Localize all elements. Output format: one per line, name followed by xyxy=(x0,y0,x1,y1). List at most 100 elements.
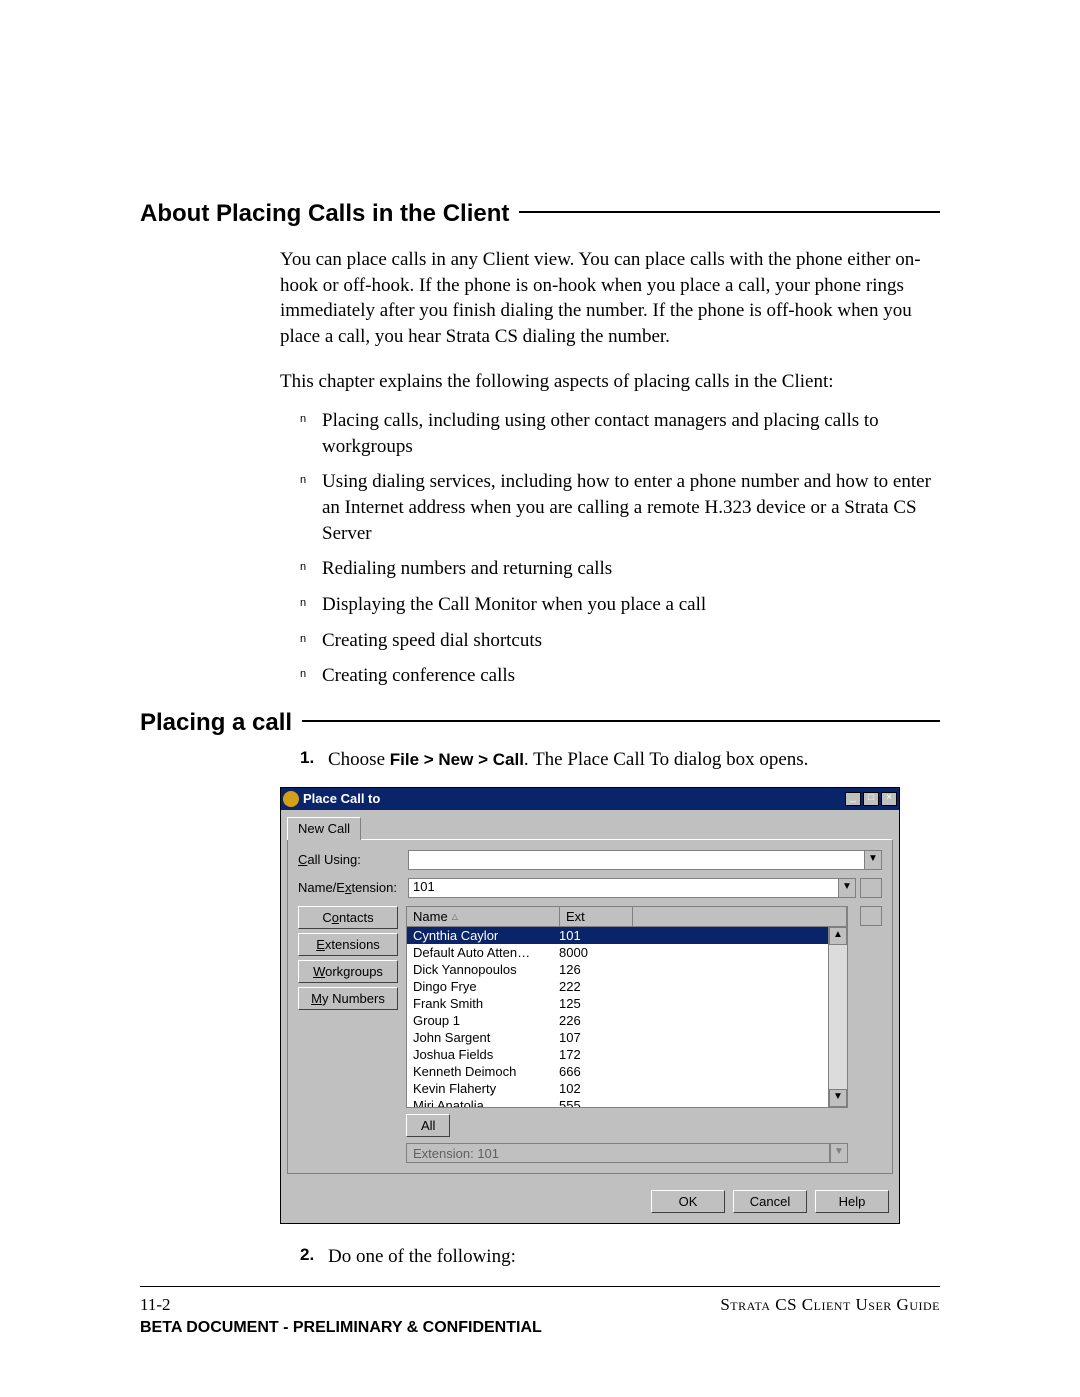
cancel-button[interactable]: Cancel xyxy=(733,1190,807,1213)
list-cell-name: Group 1 xyxy=(407,1013,553,1028)
bullet-item: Creating conference calls xyxy=(300,663,940,689)
list-row[interactable]: John Sargent107 xyxy=(407,1029,828,1046)
list-area: Name △ Ext Cynthia Caylor101Default Auto… xyxy=(406,906,848,1163)
my-numbers-button[interactable]: My Numbers xyxy=(298,987,398,1010)
list-cell-ext: 8000 xyxy=(553,945,619,960)
list-row[interactable]: Frank Smith125 xyxy=(407,995,828,1012)
guide-title: Strata CS Client User Guide xyxy=(720,1295,940,1315)
heading-text: About Placing Calls in the Client xyxy=(140,200,509,228)
close-button[interactable]: × xyxy=(881,792,897,806)
list-body-wrap: Cynthia Caylor101Default Auto Atten…8000… xyxy=(406,927,848,1108)
scroll-track[interactable] xyxy=(829,945,847,1089)
sort-asc-icon: △ xyxy=(452,912,458,921)
list-cell-ext: 125 xyxy=(553,996,619,1011)
list-row[interactable]: Default Auto Atten…8000 xyxy=(407,944,828,961)
name-ext-input[interactable]: 101 xyxy=(408,878,838,898)
bullet-item: Displaying the Call Monitor when you pla… xyxy=(300,592,940,618)
heading-text: Placing a call xyxy=(140,709,292,737)
document-page: About Placing Calls in the Client You ca… xyxy=(0,0,1080,1397)
all-row: All xyxy=(406,1114,848,1137)
status-row: Extension: 101 ▼ xyxy=(406,1143,848,1163)
heading-rule xyxy=(519,211,940,213)
tab-pane: Call Using: ▼ Name/Extension: 101 ▼ xyxy=(287,839,893,1174)
list-cell-name: Joshua Fields xyxy=(407,1047,553,1062)
bullet-list: Placing calls, including using other con… xyxy=(300,408,940,689)
list-row[interactable]: Dingo Frye222 xyxy=(407,978,828,995)
list-cell-name: Frank Smith xyxy=(407,996,553,1011)
label-name-ext: Name/Extension: xyxy=(298,880,408,895)
bullet-item: Creating speed dial shortcuts xyxy=(300,628,940,654)
ok-button[interactable]: OK xyxy=(651,1190,725,1213)
place-call-dialog-screenshot: Place Call to _ □ × New Call Call Using:… xyxy=(280,787,900,1224)
step-1-bold: File > New > Call xyxy=(390,750,524,769)
row-name-ext: Name/Extension: 101 ▼ xyxy=(298,878,882,898)
list-cell-name: Dingo Frye xyxy=(407,979,553,994)
dropdown-icon[interactable]: ▼ xyxy=(838,878,856,898)
col-header-spacer xyxy=(633,907,847,926)
heading-rule xyxy=(302,720,940,722)
page-number: 11-2 xyxy=(140,1295,171,1315)
name-ext-aux-button[interactable] xyxy=(860,878,882,898)
list-cell-ext: 126 xyxy=(553,962,619,977)
list-row[interactable]: Joshua Fields172 xyxy=(407,1046,828,1063)
bullet-item: Placing calls, including using other con… xyxy=(300,408,940,459)
list-cell-name: Kenneth Deimoch xyxy=(407,1064,553,1079)
dialog-button-row: OK Cancel Help xyxy=(281,1180,899,1223)
name-ext-combo[interactable]: 101 ▼ xyxy=(408,878,856,898)
col-header-name[interactable]: Name △ xyxy=(407,907,560,926)
call-using-input[interactable] xyxy=(408,850,864,870)
col-name-label: Name xyxy=(413,909,448,924)
window-buttons: _ □ × xyxy=(845,792,897,806)
title-bar: Place Call to _ □ × xyxy=(281,788,899,810)
steps-list-2: Do one of the following: xyxy=(300,1244,940,1270)
list-aux-button[interactable] xyxy=(860,906,882,926)
vertical-scrollbar[interactable]: ▲ ▼ xyxy=(828,927,847,1107)
list-cell-ext: 101 xyxy=(553,928,619,943)
status-dropdown-icon: ▼ xyxy=(830,1143,848,1163)
minimize-button[interactable]: _ xyxy=(845,792,861,806)
all-button[interactable]: All xyxy=(406,1114,450,1137)
scroll-down-icon[interactable]: ▼ xyxy=(829,1089,847,1107)
help-button[interactable]: Help xyxy=(815,1190,889,1213)
contacts-button[interactable]: Contacts xyxy=(298,906,398,929)
list-row[interactable]: Miri Anatolia555 xyxy=(407,1097,828,1107)
step-1-prefix: Choose xyxy=(328,749,390,770)
maximize-button[interactable]: □ xyxy=(863,792,879,806)
list-cell-name: Default Auto Atten… xyxy=(407,945,553,960)
row-call-using: Call Using: ▼ xyxy=(298,850,882,870)
dialog-window: Place Call to _ □ × New Call Call Using:… xyxy=(280,787,900,1224)
list-cell-ext: 107 xyxy=(553,1030,619,1045)
section-heading-about: About Placing Calls in the Client xyxy=(140,200,940,228)
list-cell-name: Kevin Flaherty xyxy=(407,1081,553,1096)
list-cell-name: John Sargent xyxy=(407,1030,553,1045)
tab-bar: New Call xyxy=(281,810,899,839)
intro-paragraph-1: You can place calls in any Client view. … xyxy=(280,247,940,350)
extensions-button[interactable]: Extensions xyxy=(298,933,398,956)
call-using-combo[interactable]: ▼ xyxy=(408,850,882,870)
list-cell-ext: 172 xyxy=(553,1047,619,1062)
col-header-ext[interactable]: Ext xyxy=(560,907,633,926)
list-row[interactable]: Kenneth Deimoch666 xyxy=(407,1063,828,1080)
window-title: Place Call to xyxy=(303,791,845,806)
page-footer: 11-2 Strata CS Client User Guide BETA DO… xyxy=(140,1286,940,1337)
steps-list: Choose File > New > Call. The Place Call… xyxy=(300,747,940,773)
list-row[interactable]: Kevin Flaherty102 xyxy=(407,1080,828,1097)
list-row[interactable]: Group 1226 xyxy=(407,1012,828,1029)
category-buttons: Contacts Extensions Workgroups My Number… xyxy=(298,906,398,1163)
tab-new-call[interactable]: New Call xyxy=(287,817,361,840)
footer-line: 11-2 Strata CS Client User Guide xyxy=(140,1295,940,1315)
list-row[interactable]: Cynthia Caylor101 xyxy=(407,927,828,944)
section-heading-placing: Placing a call xyxy=(140,709,940,737)
dropdown-icon[interactable]: ▼ xyxy=(864,850,882,870)
scroll-up-icon[interactable]: ▲ xyxy=(829,927,847,945)
app-icon xyxy=(283,791,299,807)
label-call-using: Call Using: xyxy=(298,852,408,867)
list-row[interactable]: Dick Yannopoulos126 xyxy=(407,961,828,978)
step-1-suffix: . The Place Call To dialog box opens. xyxy=(524,749,809,770)
workgroups-button[interactable]: Workgroups xyxy=(298,960,398,983)
list-cell-name: Dick Yannopoulos xyxy=(407,962,553,977)
list-body[interactable]: Cynthia Caylor101Default Auto Atten…8000… xyxy=(407,927,828,1107)
list-cell-name: Cynthia Caylor xyxy=(407,928,553,943)
footer-rule xyxy=(140,1286,940,1287)
list-cell-ext: 666 xyxy=(553,1064,619,1079)
